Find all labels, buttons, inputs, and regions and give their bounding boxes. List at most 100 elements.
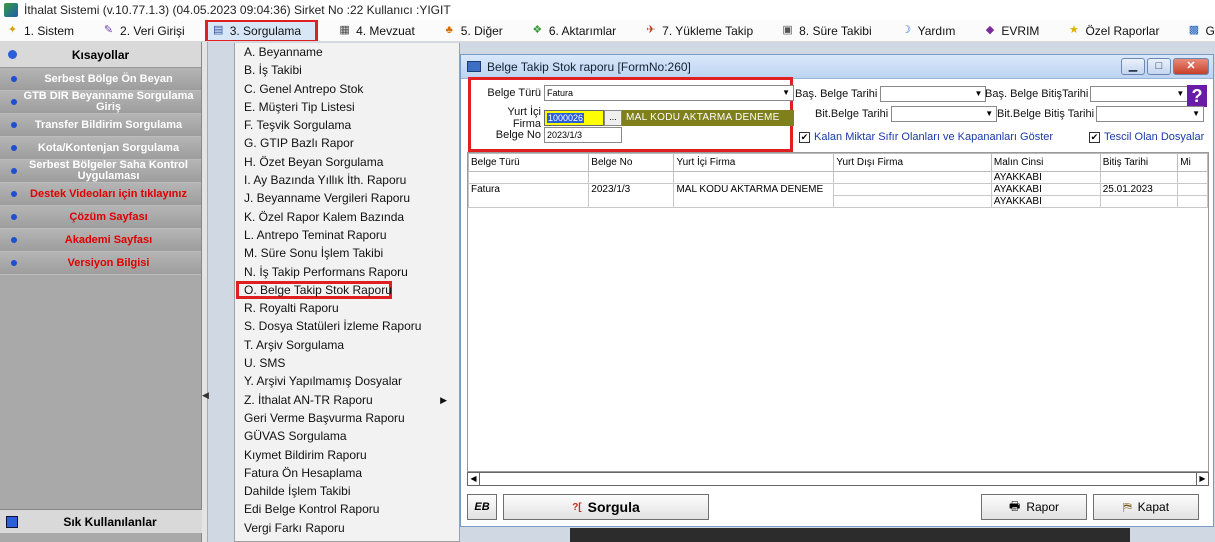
grid-cell-yurt-disi-firma-3[interactable] — [833, 195, 992, 208]
menu-1[interactable]: ✦ 1. Sistem — [0, 21, 82, 41]
sidebar-item-5[interactable]: Serbest Bölgeler Saha Kontrol Uygulaması — [0, 160, 201, 183]
help-icon[interactable]: ? — [1187, 85, 1207, 107]
grid-cell-mi-1[interactable] — [1177, 171, 1208, 184]
sidebar-item-7[interactable]: Çözüm Sayfası — [0, 206, 201, 229]
bit-belge-tarihi-input[interactable]: ▼ — [891, 106, 998, 122]
dropdown-item-1[interactable]: A. Beyanname — [235, 43, 459, 61]
belge-no-input[interactable]: 2023/1/3 — [544, 127, 622, 143]
dropdown-item-21[interactable]: Geri Verme Başvurma Raporu — [235, 409, 459, 427]
dropdown-item-24[interactable]: Fatura Ön Hesaplama — [235, 464, 459, 482]
maximize-button[interactable]: □ — [1147, 58, 1171, 75]
dropdown-item-12[interactable]: M. Süre Sonu İşlem Takibi — [235, 244, 459, 262]
favorites-panel-header[interactable]: Sık Kullanılanlar — [0, 509, 202, 533]
grid-column-header[interactable]: Bitiş Tarihi — [1099, 153, 1179, 172]
kapat-button[interactable]: ⛿ Kapat — [1093, 494, 1199, 520]
dropdown-item-2[interactable]: B. İş Takibi — [235, 61, 459, 79]
grid-column-header[interactable]: Mi — [1177, 153, 1208, 172]
grid-cell-bitis-tarihi-3[interactable] — [1099, 195, 1179, 208]
dropdown-item-27[interactable]: Vergi Farkı Raporu — [235, 519, 459, 537]
collapse-arrow-icon[interactable]: ◀ — [202, 390, 209, 401]
grid-cell-belge-turu-value[interactable]: Fatura — [468, 183, 590, 196]
dropdown-item-18[interactable]: U. SMS — [235, 354, 459, 372]
dropdown-item-25[interactable]: Dahilde İşlem Takibi — [235, 482, 459, 500]
dropdown-item-22[interactable]: GÜVAS Sorgulama — [235, 427, 459, 445]
bas-belge-bitis-tarihi-input[interactable]: ▼ — [1090, 86, 1189, 102]
dropdown-item-15[interactable]: R. Royalti Raporu — [235, 299, 459, 317]
dropdown-item-5[interactable]: F. Teşvik Sorgulama — [235, 116, 459, 134]
kalan-miktar-checkbox[interactable]: ✔ Kalan Miktar Sıfır Olanları ve Kapanan… — [799, 131, 1053, 143]
dropdown-item-10[interactable]: K. Özel Rapor Kalem Bazında — [235, 208, 459, 226]
firma-lookup-button[interactable]: ... — [604, 110, 622, 126]
dropdown-item-17[interactable]: T. Arşiv Sorgulama — [235, 336, 459, 354]
menu-9[interactable]: ☽ Yardım — [894, 21, 964, 41]
dropdown-item-16[interactable]: S. Dosya Statüleri İzleme Raporu — [235, 317, 459, 335]
dropdown-item-23[interactable]: Kıymet Bildirim Raporu — [235, 446, 459, 464]
menu-12[interactable]: ▩ Grafi — [1181, 21, 1215, 41]
sidebar-item-1[interactable]: Serbest Bölge Ön Beyan — [0, 68, 201, 91]
scroll-right-icon[interactable]: ▶ — [1196, 473, 1208, 485]
grid-cell-yurt-disi-firma-2[interactable] — [833, 183, 992, 196]
sidebar-splitter[interactable]: ◀ — [202, 42, 209, 542]
bas-belge-tarihi-input[interactable]: ▼ — [880, 86, 987, 102]
menu-8[interactable]: ▣ 8. Süre Takibi — [775, 21, 880, 41]
menu-3[interactable]: ▤ 3. Sorgulama — [204, 20, 319, 41]
grid-column-header[interactable]: Belge No — [588, 153, 675, 172]
dropdown-item-20[interactable]: Z. İthalat AN-TR Raporu ▶ — [235, 391, 459, 409]
dropdown-item-19[interactable]: Y. Arşivi Yapılmamış Dosyalar — [235, 372, 459, 390]
scroll-left-icon[interactable]: ◀ — [468, 473, 480, 485]
grid-cell-bitis-tarihi-value[interactable]: 25.01.2023 — [1099, 183, 1179, 196]
grid-cell-yurt-ici-firma-value[interactable]: MAL KODU AKTARMA DENEME — [673, 183, 835, 196]
dropdown-item-9[interactable]: J. Beyanname Vergileri Raporu — [235, 189, 459, 207]
belge-turu-select[interactable]: Fatura ▼ — [544, 85, 794, 101]
rapor-button[interactable]: 🖶 Rapor — [981, 494, 1087, 520]
grid-cell-malin-cinsi-3[interactable]: AYAKKABI — [990, 195, 1101, 208]
grid-cell-mi-3[interactable] — [1177, 195, 1208, 208]
grid-column-header[interactable]: Belge Türü — [468, 153, 590, 172]
sidebar-header[interactable]: Kısayollar — [0, 42, 201, 68]
dropdown-item-11[interactable]: L. Antrepo Teminat Raporu — [235, 226, 459, 244]
grid-cell-belge-turu[interactable] — [468, 171, 590, 184]
grid-cell-bitis-tarihi-1[interactable] — [1099, 171, 1179, 184]
sidebar-item-6[interactable]: Destek Videoları için tıklayınız — [0, 183, 201, 206]
grid-cell-empty[interactable] — [588, 195, 675, 208]
sidebar-item-8[interactable]: Akademi Sayfası — [0, 229, 201, 252]
grid-cell-malin-cinsi-1[interactable]: AYAKKABI — [990, 171, 1101, 184]
sidebar-item-3[interactable]: Transfer Bildirim Sorgulama — [0, 114, 201, 137]
grid-cell-mi-2[interactable] — [1177, 183, 1208, 196]
eb-button[interactable]: EB — [467, 494, 497, 520]
grid-column-header[interactable]: Yurt Dışı Firma — [833, 153, 992, 172]
close-button[interactable]: ✕ — [1173, 58, 1209, 75]
grid-cell-malin-cinsi-2[interactable]: AYAKKABI — [990, 183, 1101, 196]
sorgula-button[interactable]: ?[ Sorgula — [503, 494, 709, 520]
dropdown-item-14[interactable]: O. Belge Takip Stok Raporu — [236, 280, 392, 300]
menu-4[interactable]: ▦ 4. Mevzuat — [332, 21, 423, 41]
tescil-checkbox[interactable]: ✔ Tescil Olan Dosyalar — [1089, 131, 1204, 143]
menu-5[interactable]: ♣ 5. Diğer — [437, 21, 511, 41]
menu-6[interactable]: ❖ 6. Aktarımlar — [525, 21, 624, 41]
grid-cell-yurt-ici-firma[interactable] — [673, 171, 835, 184]
sidebar-item-9[interactable]: Versiyon Bilgisi — [0, 252, 201, 275]
dropdown-item-3[interactable]: C. Genel Antrepo Stok — [235, 80, 459, 98]
dropdown-item-4[interactable]: E. Müşteri Tip Listesi — [235, 98, 459, 116]
menu-11[interactable]: ★ Özel Raporlar — [1061, 21, 1167, 41]
menu-2[interactable]: ✎ 2. Veri Girişi — [96, 21, 193, 41]
grid-cell-belge-no-value[interactable]: 2023/1/3 — [588, 183, 675, 196]
results-grid[interactable]: Belge Türü Belge No Yurt İçi Firma Yurt Dış… — [467, 152, 1209, 472]
menu-10[interactable]: ◆ EVRIM — [977, 21, 1047, 41]
bit-belge-bitis-tarihi-input[interactable]: ▼ — [1096, 106, 1205, 122]
sidebar-item-2[interactable]: GTB DIR Beyanname Sorgulama Giriş — [0, 91, 201, 114]
grid-column-header[interactable]: Malın Cinsi — [990, 153, 1101, 172]
yurt-ici-firma-code-input[interactable]: 1000026 — [544, 110, 604, 126]
dropdown-item-26[interactable]: Edi Belge Kontrol Raporu — [235, 500, 459, 518]
dropdown-item-7[interactable]: H. Özet Beyan Sorgulama — [235, 153, 459, 171]
dropdown-item-13[interactable]: N. İş Takip Performans Raporu — [235, 263, 459, 281]
dropdown-item-8[interactable]: I. Ay Bazında Yıllık İth. Raporu — [235, 171, 459, 189]
grid-cell-yurt-disi-firma[interactable] — [833, 171, 992, 184]
grid-cell-empty[interactable] — [468, 195, 590, 208]
grid-cell-empty[interactable] — [673, 195, 835, 208]
dropdown-item-6[interactable]: G. GTIP Bazlı Rapor — [235, 134, 459, 152]
grid-cell-belge-no[interactable] — [588, 171, 675, 184]
minimize-button[interactable]: ▁ — [1121, 58, 1145, 75]
menu-7[interactable]: ✈ 7. Yükleme Takip — [638, 21, 761, 41]
sidebar-item-4[interactable]: Kota/Kontenjan Sorgulama — [0, 137, 201, 160]
